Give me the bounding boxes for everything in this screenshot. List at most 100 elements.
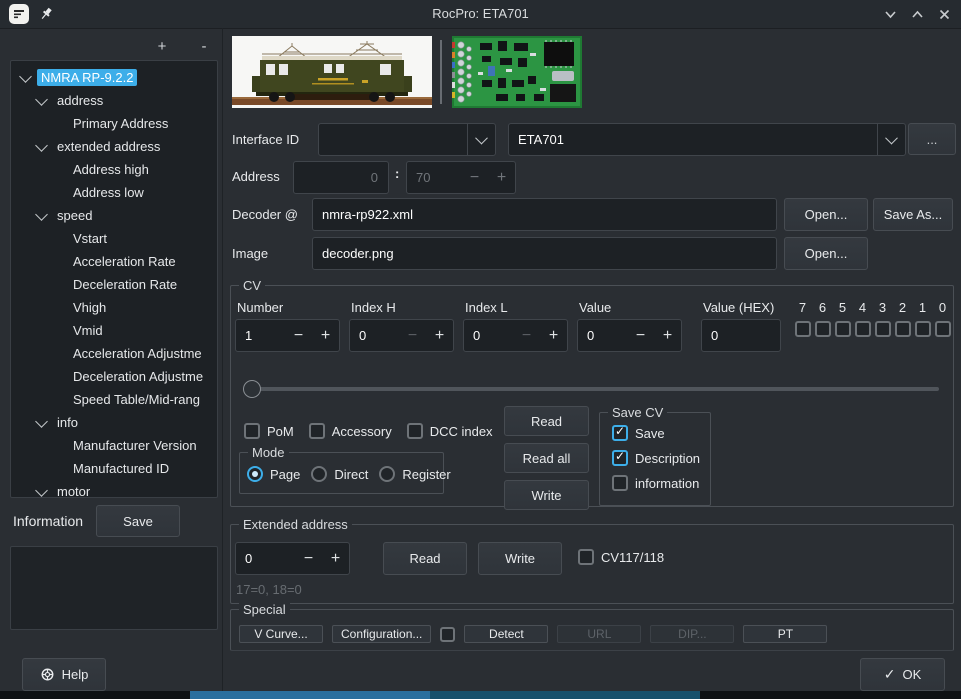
chevron-down-icon[interactable] (35, 208, 48, 221)
cv-value-slider[interactable] (243, 379, 941, 399)
image-open-button[interactable]: Open... (784, 237, 868, 270)
special-checkbox[interactable] (440, 627, 455, 642)
chevron-down-icon[interactable] (35, 484, 48, 497)
plus-button[interactable] (540, 327, 567, 345)
tree-item[interactable]: Acceleration Rate (11, 250, 217, 273)
special-button[interactable]: Detect (464, 625, 548, 643)
extended-address-spinbox[interactable]: 0 (235, 542, 350, 575)
plus-button[interactable] (312, 327, 339, 345)
decoder-open-button[interactable]: Open... (784, 198, 868, 231)
cv117-118-checkbox[interactable]: CV117/118 (578, 549, 664, 565)
tree-item[interactable]: extended address (11, 135, 217, 158)
radio-icon[interactable] (379, 466, 395, 482)
interface-id-combobox[interactable] (318, 123, 496, 156)
checkbox-icon[interactable] (244, 423, 260, 439)
chevron-down-icon[interactable] (35, 139, 48, 152)
tree-item[interactable]: motor (11, 480, 217, 498)
minus-button[interactable] (627, 327, 654, 345)
tree-item[interactable]: info (11, 411, 217, 434)
help-button[interactable]: Help (22, 658, 106, 691)
save-cv-checkbox[interactable]: Save (612, 425, 710, 441)
cv-bit-checkbox[interactable] (855, 321, 871, 337)
cv-action-button[interactable]: Read all (504, 443, 589, 473)
radio-icon[interactable] (247, 466, 263, 482)
mode-radio[interactable]: Direct (311, 466, 368, 482)
tree-item[interactable]: speed (11, 204, 217, 227)
cv-bit-checkbox[interactable] (915, 321, 931, 337)
cv-action-button[interactable]: Read (504, 406, 589, 436)
special-button[interactable]: URL (557, 625, 641, 643)
tree-item[interactable]: Manufactured ID (11, 457, 217, 480)
tree-collapse-button[interactable]: - (194, 38, 214, 55)
cv-option-checkbox[interactable]: DCC index (407, 423, 493, 439)
tree-item[interactable]: Manufacturer Version (11, 434, 217, 457)
minus-button[interactable] (399, 327, 426, 345)
cv-option-checkbox[interactable]: Accessory (309, 423, 392, 439)
checkbox-icon[interactable] (612, 425, 628, 441)
extended-write-button[interactable]: Write (478, 542, 562, 575)
tree-item[interactable]: NMRA RP-9.2.2 (11, 66, 217, 89)
plus-button[interactable] (426, 327, 453, 345)
tree-item[interactable]: Deceleration Rate (11, 273, 217, 296)
value-hex-input[interactable] (702, 328, 780, 343)
cv-spinbox[interactable]: 1 (235, 319, 340, 352)
mode-radio[interactable]: Register (379, 466, 450, 482)
chevron-down-icon[interactable] (19, 70, 32, 83)
minus-button[interactable] (295, 550, 322, 568)
cv-action-button[interactable]: Write (504, 480, 589, 510)
tree-item[interactable]: Speed Table/Mid-rang (11, 388, 217, 411)
special-button[interactable]: Configuration... (332, 625, 431, 643)
shade-icon[interactable] (884, 8, 897, 21)
tree-expand-button[interactable]: + (152, 38, 172, 55)
chevron-down-icon[interactable] (467, 124, 495, 155)
slider-track[interactable] (245, 387, 939, 391)
cv-bit-checkbox[interactable] (875, 321, 891, 337)
cv-spinbox[interactable]: 0 (577, 319, 682, 352)
cv-spinbox[interactable]: 0 (463, 319, 568, 352)
special-button[interactable]: DIP... (650, 625, 734, 643)
ok-button[interactable]: ✓ OK (860, 658, 945, 691)
chevron-down-icon[interactable] (35, 415, 48, 428)
tree-item[interactable]: Vstart (11, 227, 217, 250)
chevron-down-icon[interactable] (877, 124, 905, 155)
cv-bit-checkbox[interactable] (815, 321, 831, 337)
radio-icon[interactable] (311, 466, 327, 482)
plus-button[interactable] (654, 327, 681, 345)
save-cv-checkbox[interactable]: Description (612, 450, 710, 466)
plus-button[interactable] (322, 550, 349, 568)
close-icon[interactable] (938, 8, 951, 21)
tree-item[interactable]: Vhigh (11, 296, 217, 319)
checkbox-icon[interactable] (578, 549, 594, 565)
tree-item[interactable]: address (11, 89, 217, 112)
extended-read-button[interactable]: Read (383, 542, 467, 575)
more-button[interactable]: ... (908, 123, 956, 155)
maximize-icon[interactable] (911, 8, 924, 21)
slider-handle[interactable] (243, 380, 261, 398)
special-button[interactable]: V Curve... (239, 625, 323, 643)
cv-bit-checkbox[interactable] (935, 321, 951, 337)
cv-bit-checkbox[interactable] (835, 321, 851, 337)
tree-item[interactable]: Primary Address (11, 112, 217, 135)
tree-item[interactable]: Address low (11, 181, 217, 204)
tree-item[interactable]: Vmid (11, 319, 217, 342)
cv-bit-checkbox[interactable] (895, 321, 911, 337)
save-button[interactable]: Save (96, 505, 180, 537)
checkbox-icon[interactable] (612, 450, 628, 466)
chevron-down-icon[interactable] (35, 93, 48, 106)
minus-button[interactable] (285, 327, 312, 345)
minus-button[interactable] (513, 327, 540, 345)
save-cv-checkbox[interactable]: information (612, 475, 710, 491)
decoder-file-input[interactable] (313, 207, 776, 222)
checkbox-icon[interactable] (407, 423, 423, 439)
special-button[interactable]: PT (743, 625, 827, 643)
cv-bit-checkbox[interactable] (795, 321, 811, 337)
checkbox-icon[interactable] (612, 475, 628, 491)
image-file-input[interactable] (313, 246, 776, 261)
mode-radio[interactable]: Page (247, 466, 300, 482)
cv-spinbox[interactable]: 0 (349, 319, 454, 352)
cv-tree[interactable]: NMRA RP-9.2.2 address Primary Address ex… (10, 60, 218, 498)
tree-item[interactable]: Deceleration Adjustme (11, 365, 217, 388)
cv-option-checkbox[interactable]: PoM (244, 423, 294, 439)
titlebar[interactable]: RocPro: ETA701 (0, 0, 961, 29)
information-textarea[interactable] (10, 546, 218, 630)
